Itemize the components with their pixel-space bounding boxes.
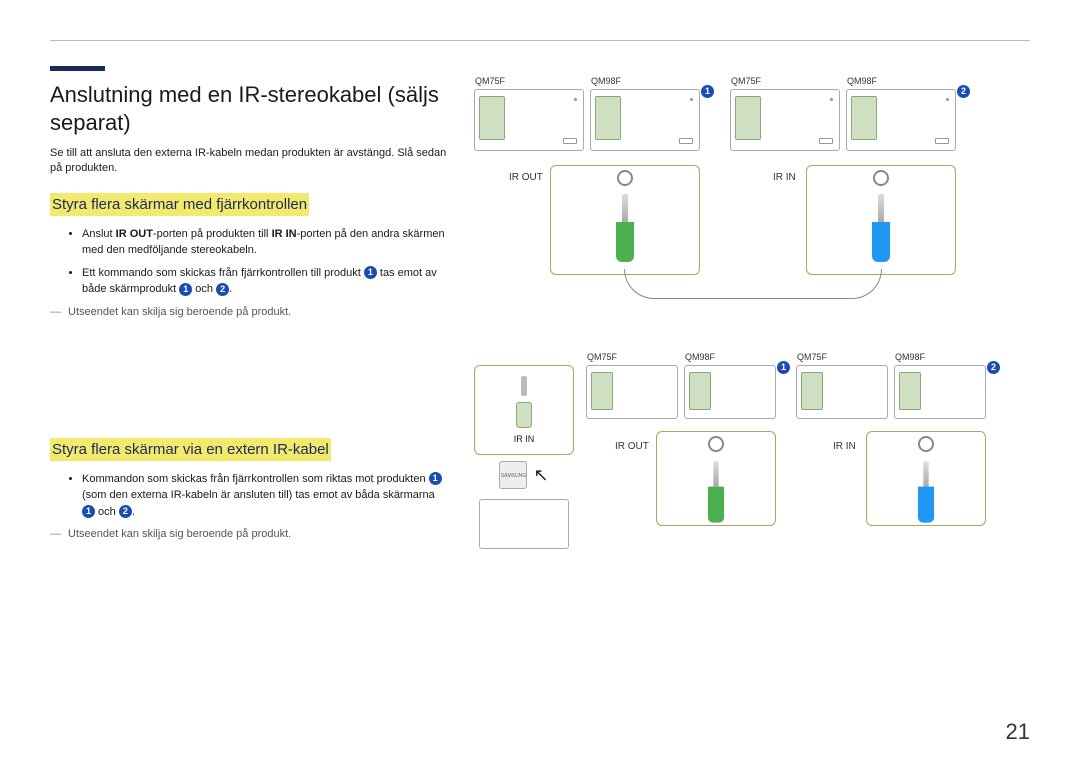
text: Ett kommando som skickas från fjärrkontr… (82, 267, 364, 279)
ir-out-port-box: IR OUT (550, 165, 700, 275)
section2-bullet-1: Kommandon som skickas från fjärrkontroll… (82, 471, 450, 521)
text: Kommandon som skickas från fjärrkontroll… (82, 473, 429, 485)
section-indent-mark (50, 66, 105, 71)
page-number: 21 (1006, 719, 1030, 745)
screen-qm98f: QM98F (590, 89, 700, 151)
screen-pair-2: QM75F QM98F 2 (796, 365, 986, 419)
diagram-1: QM75F QM98F 1 QM75F QM98F (474, 89, 1030, 275)
screen-pair-2: QM75F QM98F 2 (730, 89, 956, 151)
port-icon (617, 170, 633, 186)
badge-1-icon: 1 (82, 505, 95, 518)
screen-pair-1: QM75F QM98F 1 (474, 89, 700, 151)
screen-qm98f: QM98F (684, 365, 776, 419)
samsung-chip-icon: SAMSUNG (499, 461, 527, 489)
arrow-icon: ↖ (533, 465, 548, 486)
ir-in-port-box: IR IN (866, 431, 986, 526)
screen-qm75f: QM75F (796, 365, 888, 419)
section2-heading: Styra flera skärmar via en extern IR-kab… (50, 438, 331, 461)
badge-1-icon: 1 (777, 361, 790, 374)
badge-2-icon: 2 (216, 283, 229, 296)
ir-receiver-box: IR IN (474, 365, 574, 455)
left-column: Anslutning med en IR-stereokabel (säljs … (50, 81, 450, 589)
model-label: QM98F (895, 352, 925, 362)
model-label: QM98F (847, 76, 877, 86)
remote-control-icon (479, 499, 569, 549)
section1-heading: Styra flera skärmar med fjärrkontrollen (50, 193, 309, 216)
bold-ir-in: IR IN (272, 228, 297, 240)
model-label: QM98F (685, 352, 715, 362)
text: Anslut (82, 228, 116, 240)
intro-text: Se till att ansluta den externa IR-kabel… (50, 146, 450, 177)
model-label: QM75F (475, 76, 505, 86)
screen-qm75f: QM75F (730, 89, 840, 151)
ir-out-label: IR OUT (615, 441, 649, 452)
green-plug-icon (613, 194, 637, 262)
screen-qm75f: QM75F (474, 89, 584, 151)
mini-body-icon (516, 402, 532, 428)
badge-1-icon: 1 (701, 85, 714, 98)
port-icon (918, 436, 934, 452)
blue-plug-icon (869, 194, 893, 262)
blue-plug-icon (915, 461, 937, 522)
page-title: Anslutning med en IR-stereokabel (säljs … (50, 81, 450, 136)
port-icon (873, 170, 889, 186)
right-column: QM75F QM98F 1 QM75F QM98F (474, 81, 1030, 589)
screen-qm98f: QM98F (894, 365, 986, 419)
model-label: QM75F (587, 352, 617, 362)
ir-in-label: IR IN (514, 434, 535, 444)
badge-2-icon: 2 (119, 505, 132, 518)
ir-out-port-box: IR OUT (656, 431, 776, 526)
mini-plug-icon (521, 376, 527, 396)
cable-icon (624, 269, 882, 299)
badge-2-icon: 2 (987, 361, 1000, 374)
section1-bullet-2: Ett kommando som skickas från fjärrkontr… (82, 265, 450, 298)
ir-out-label: IR OUT (509, 172, 543, 183)
text: (som den externa IR-kabeln är ansluten t… (82, 489, 435, 501)
screen-qm75f: QM75F (586, 365, 678, 419)
bold-ir-out: IR OUT (116, 228, 153, 240)
text: och (95, 506, 119, 518)
model-label: QM98F (591, 76, 621, 86)
model-label: QM75F (797, 352, 827, 362)
ir-in-port-box: IR IN (806, 165, 956, 275)
text: . (132, 506, 135, 518)
text: och (192, 283, 216, 295)
ir-in-label: IR IN (833, 441, 856, 452)
badge-2-icon: 2 (957, 85, 970, 98)
section2-note: Utseendet kan skilja sig beroende på pro… (68, 528, 450, 540)
model-label: QM75F (731, 76, 761, 86)
screen-pair-1: QM75F QM98F 1 (586, 365, 776, 419)
section1-note: Utseendet kan skilja sig beroende på pro… (68, 306, 450, 318)
ir-in-label: IR IN (773, 172, 796, 183)
section1-bullet-1: Anslut IR OUT-porten på produkten till I… (82, 226, 450, 259)
badge-1-icon: 1 (364, 266, 377, 279)
diagram-2: IR IN SAMSUNG ↖ QM75F (474, 365, 1030, 549)
text: . (229, 283, 232, 295)
text: -porten på produkten till (153, 228, 272, 240)
screen-qm98f: QM98F (846, 89, 956, 151)
badge-1-icon: 1 (179, 283, 192, 296)
port-icon (708, 436, 724, 452)
green-plug-icon (705, 461, 727, 522)
badge-1-icon: 1 (429, 472, 442, 485)
